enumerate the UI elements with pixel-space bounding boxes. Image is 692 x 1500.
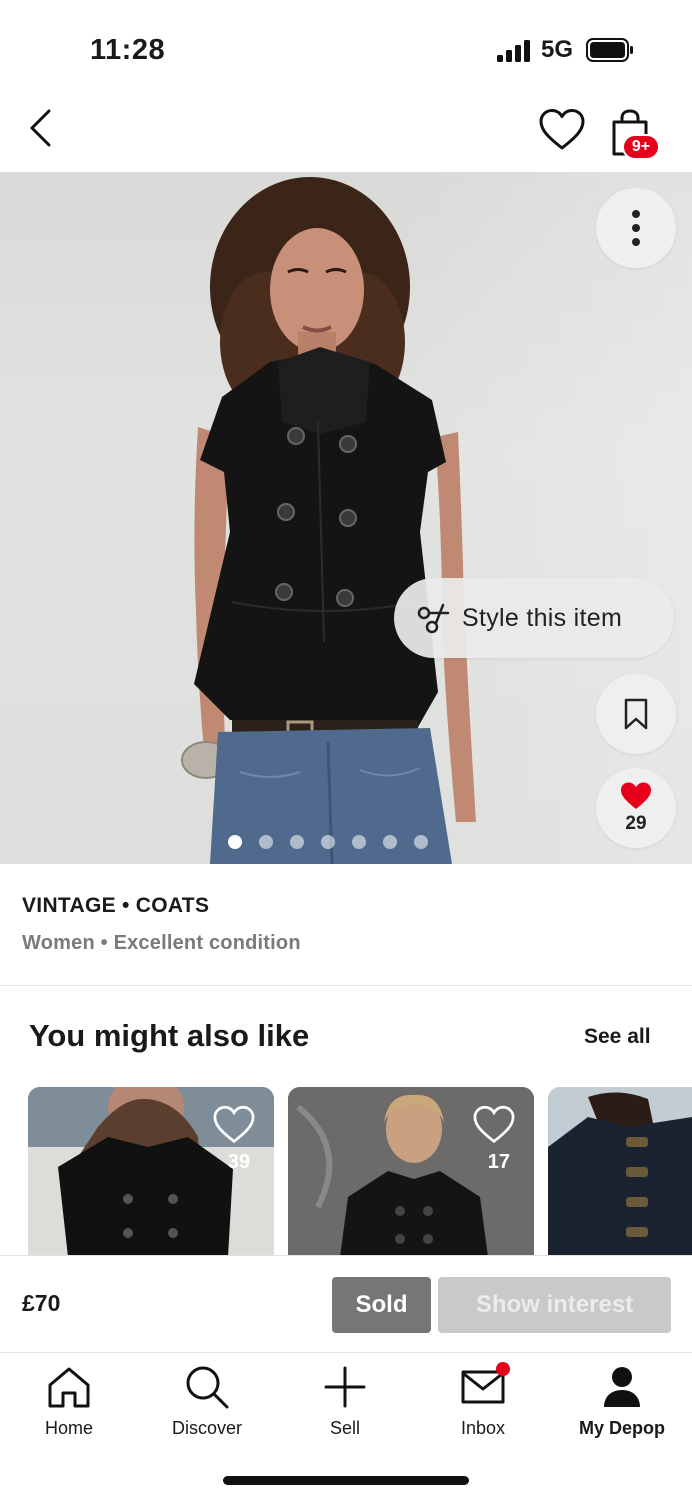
recommendation-likes: 17: [487, 1151, 510, 1173]
pagination-dot[interactable]: [414, 835, 428, 849]
product-image[interactable]: [0, 172, 692, 864]
product-photo: [181, 177, 476, 864]
recommendation-card[interactable]: 39: [28, 1087, 274, 1257]
tab-sell[interactable]: Sell: [280, 1364, 410, 1444]
signal-icon: [497, 40, 530, 62]
scissors-icon: [417, 603, 450, 634]
pagination-dot[interactable]: [290, 835, 304, 849]
pagination-dot[interactable]: [383, 835, 397, 849]
heart-outline-icon: [539, 109, 585, 150]
plus-icon: [324, 1366, 366, 1408]
more-options-button[interactable]: [596, 188, 676, 268]
home-indicator: [223, 1476, 469, 1485]
status-bar: 11:28 5G: [0, 0, 692, 96]
recommendation-likes: 39: [227, 1151, 250, 1173]
recommendation-card[interactable]: 17: [288, 1087, 534, 1257]
favorite-button[interactable]: [538, 108, 586, 152]
tab-inbox[interactable]: Inbox: [418, 1364, 548, 1444]
tab-label: Sell: [329, 1418, 360, 1438]
home-icon: [48, 1367, 90, 1408]
pagination-dot[interactable]: [228, 835, 242, 849]
recommendation-card[interactable]: [548, 1087, 692, 1257]
status-time: 11:28: [90, 34, 166, 66]
bag-count-badge: 9+: [622, 134, 660, 160]
tab-label: Discover: [171, 1418, 242, 1438]
inbox-notification-dot: [496, 1362, 510, 1376]
network-type: 5G: [541, 36, 574, 63]
search-icon: [186, 1366, 229, 1409]
item-condition: Women • Excellent condition: [22, 932, 301, 954]
heart-filled-icon: [621, 782, 651, 809]
style-this-item-label: Style this item: [462, 603, 623, 632]
pagination-dot[interactable]: [259, 835, 273, 849]
tab-discover[interactable]: Discover: [142, 1364, 272, 1444]
top-nav: [0, 96, 692, 172]
pagination-dot[interactable]: [321, 835, 335, 849]
chevron-left-icon: [30, 109, 51, 147]
save-button[interactable]: [596, 674, 676, 754]
tab-my-depop[interactable]: My Depop: [557, 1364, 687, 1444]
heart-outline-icon[interactable]: [472, 1105, 516, 1145]
like-count: 29: [625, 813, 647, 834]
price: £70: [22, 1290, 61, 1316]
sold-button[interactable]: Sold: [332, 1277, 431, 1333]
back-button[interactable]: [20, 104, 60, 152]
heart-outline-icon[interactable]: [212, 1105, 256, 1145]
image-pagination: [228, 834, 428, 850]
tab-label: Home: [44, 1418, 93, 1438]
tab-home[interactable]: Home: [4, 1364, 134, 1444]
battery-icon: [586, 38, 633, 62]
buy-bar: £70 Sold Show interest: [0, 1255, 692, 1353]
tab-label: My Depop: [578, 1418, 665, 1438]
product-thumbnail: [548, 1087, 692, 1257]
bookmark-icon: [624, 698, 648, 730]
profile-icon: [604, 1367, 640, 1407]
see-all-link[interactable]: See all: [584, 1025, 651, 1049]
item-category[interactable]: VINTAGE • COATS: [22, 894, 209, 918]
style-this-item-button[interactable]: Style this item: [394, 578, 674, 658]
like-button[interactable]: 29: [596, 768, 676, 848]
recommendations-title: You might also like: [29, 1018, 310, 1053]
pagination-dot[interactable]: [352, 835, 366, 849]
more-vertical-icon: [632, 210, 640, 246]
tab-label: Inbox: [460, 1418, 506, 1438]
item-info: VINTAGE • COATS Women • Excellent condit…: [0, 864, 692, 986]
show-interest-button[interactable]: Show interest: [438, 1277, 671, 1333]
